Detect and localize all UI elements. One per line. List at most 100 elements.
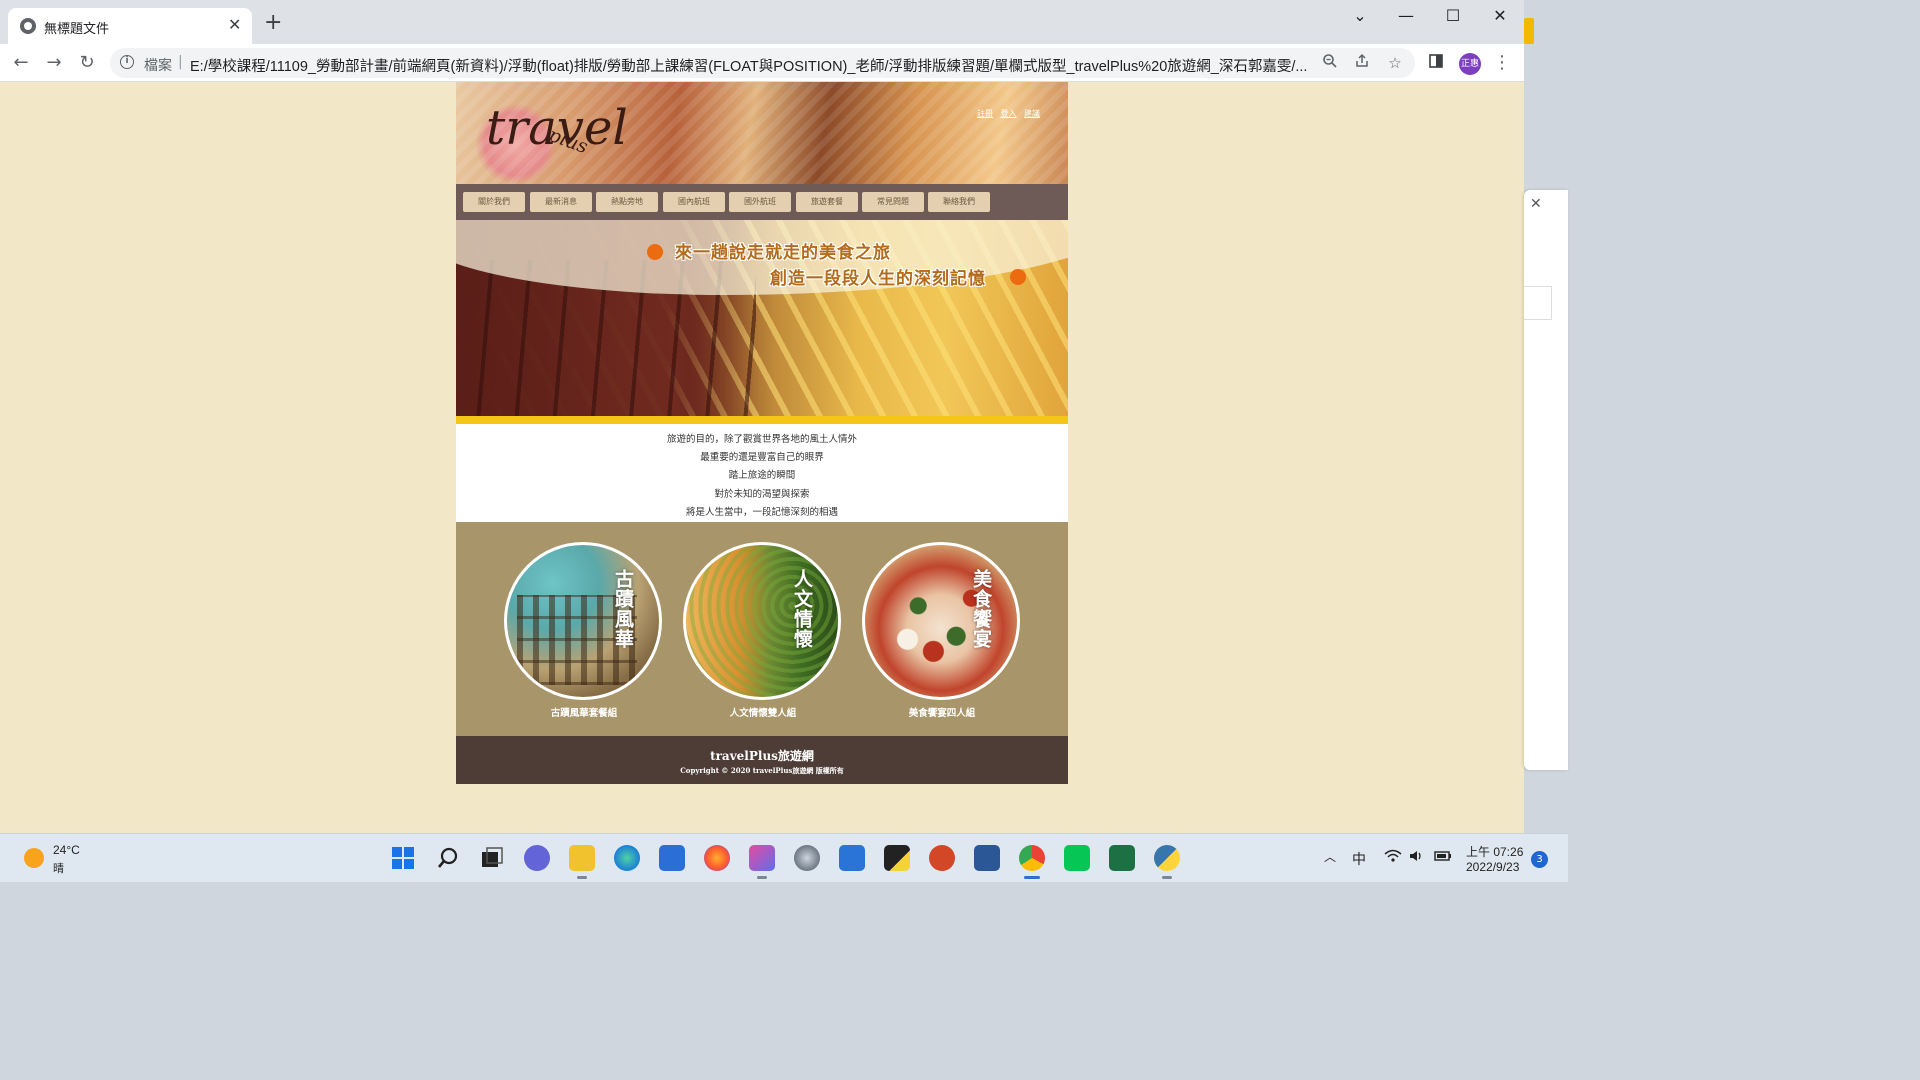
intro-line: 對於未知的渴望與探索 — [714, 488, 810, 500]
nav-item-news[interactable]: 最新消息 — [530, 192, 592, 212]
close-icon[interactable]: ✕ — [1530, 196, 1542, 212]
battery-icon[interactable] — [1434, 848, 1452, 867]
python-icon[interactable] — [1154, 845, 1180, 871]
browser-toolbar: ← → ↻ i 檔案 | E:/學校課程/11109_勞動部計畫/前端網頁(新資… — [0, 44, 1524, 82]
nav-item-packages[interactable]: 旅遊套餐 — [796, 192, 858, 212]
package-card-culture[interactable]: 人文情懷 人文情懷雙人組 — [683, 542, 843, 719]
intro-line: 踏上旅途的瞬間 — [728, 470, 796, 482]
address-bar[interactable]: i 檔案 | E:/學校課程/11109_勞動部計畫/前端網頁(新資料)/浮動(… — [110, 48, 1415, 78]
card-title: 美食饗宴 — [970, 569, 992, 649]
banner-dot-icon — [1010, 269, 1026, 285]
close-window-button[interactable]: ✕ — [1478, 6, 1522, 30]
intro-line: 將是人生當中，一段記憶深刻的相遇 — [685, 506, 838, 518]
package-cards: 古蹟風華 古蹟風華套餐組 人文情懷 人文情懷雙人組 美食饗宴 美食饗宴四人組 — [456, 522, 1068, 736]
profile-avatar[interactable]: 正惠 — [1459, 53, 1481, 75]
nav-item-intl-flights[interactable]: 國外航班 — [729, 192, 791, 212]
word-icon[interactable] — [974, 845, 1000, 871]
intro-line: 最重要的還是豐富自己的眼界 — [700, 452, 824, 464]
nav-item-faq[interactable]: 常見問題 — [862, 192, 924, 212]
line-icon[interactable] — [1064, 845, 1090, 871]
intro-section: 旅遊的目的，除了觀賞世界各地的風土人情外 最重要的還是豐富自己的眼界 踏上旅途的… — [456, 424, 1068, 522]
clock-date[interactable]: 2022/9/23 — [1466, 860, 1519, 874]
globe-icon — [20, 18, 36, 34]
background-window[interactable]: ✕ — [1524, 190, 1568, 770]
footer-title: travelPlus旅遊網 — [710, 749, 814, 763]
notification-badge[interactable]: 3 — [1531, 851, 1548, 868]
edge-icon[interactable] — [614, 845, 640, 871]
url-separator: | — [178, 54, 183, 70]
excel-icon[interactable] — [1109, 845, 1135, 871]
web-page: travel plus 註冊 登入 建議 關於我們 最新消息 熱點旁地 國內航班… — [456, 82, 1068, 784]
nav-item-contact[interactable]: 聯絡我們 — [928, 192, 990, 212]
back-icon[interactable]: ← — [8, 50, 34, 76]
minimize-button[interactable]: — — [1384, 6, 1428, 30]
card-title: 人文情懷 — [791, 569, 813, 649]
start-icon[interactable] — [390, 845, 416, 871]
card-title: 古蹟風華 — [612, 569, 634, 649]
snipping-tool-icon[interactable] — [749, 845, 775, 871]
top-links: 註冊 登入 建議 — [972, 108, 1040, 119]
card-caption[interactable]: 人文情懷雙人組 — [683, 705, 843, 719]
weather-temperature[interactable]: 24°C — [53, 843, 80, 857]
info-icon[interactable]: i — [120, 55, 134, 69]
suggest-link[interactable]: 建議 — [1024, 109, 1040, 118]
banner-headline-1: 來一趟說走就走的美食之旅 — [675, 243, 891, 263]
card-caption[interactable]: 古蹟風華套餐組 — [504, 705, 664, 719]
settings-icon[interactable] — [794, 845, 820, 871]
zoom-icon[interactable] — [1320, 53, 1340, 73]
url-text[interactable]: E:/學校課程/11109_勞動部計畫/前端網頁(新資料)/浮動(float)排… — [190, 55, 1315, 76]
calendar-icon[interactable] — [839, 845, 865, 871]
intro-line: 旅遊的目的，除了觀賞世界各地的風土人情外 — [666, 434, 857, 445]
package-card-heritage[interactable]: 古蹟風華 古蹟風華套餐組 — [504, 542, 664, 719]
forward-icon[interactable]: → — [41, 50, 67, 76]
tray-chevron-icon[interactable]: ︿ — [1324, 848, 1336, 865]
ime-indicator[interactable]: 中 — [1352, 849, 1366, 869]
browser-window: 無標題文件 ✕ + ⌄ — ☐ ✕ ← → ↻ i 檔案 | E:/學校課程/1… — [0, 0, 1524, 833]
site-footer: travelPlus旅遊網 Copyright © 2020 travelPlu… — [456, 736, 1068, 784]
food-image[interactable]: 美食饗宴 — [862, 542, 1020, 700]
sun-icon[interactable] — [24, 848, 44, 868]
nav-item-hotspots[interactable]: 熱點旁地 — [596, 192, 658, 212]
firefox-icon[interactable] — [704, 845, 730, 871]
task-view-icon[interactable] — [479, 845, 505, 871]
weather-condition[interactable]: 晴 — [53, 860, 64, 876]
menu-icon[interactable]: ⋮ — [1489, 50, 1515, 76]
powerpoint-icon[interactable] — [929, 845, 955, 871]
banner-headline-2: 創造一段段人生的深刻記憶 — [770, 269, 986, 289]
side-panel-icon[interactable] — [1423, 50, 1449, 76]
nav-item-domestic-flights[interactable]: 國內航班 — [663, 192, 725, 212]
new-tab-button[interactable]: + — [264, 12, 282, 34]
package-card-food[interactable]: 美食饗宴 美食饗宴四人組 — [862, 542, 1022, 719]
maximize-button[interactable]: ☐ — [1431, 6, 1475, 30]
background-window-panel — [1524, 286, 1552, 320]
star-icon[interactable]: ☆ — [1385, 53, 1405, 73]
main-nav: 關於我們 最新消息 熱點旁地 國內航班 國外航班 旅遊套餐 常見問題 聯絡我們 — [456, 184, 1068, 220]
reload-icon[interactable]: ↻ — [74, 50, 100, 76]
banner-stripe — [456, 416, 1068, 424]
card-caption[interactable]: 美食饗宴四人組 — [862, 705, 1022, 719]
login-link[interactable]: 登入 — [1000, 109, 1016, 118]
sticky-notes-icon[interactable] — [884, 845, 910, 871]
register-link[interactable]: 註冊 — [977, 109, 993, 118]
close-tab-icon[interactable]: ✕ — [228, 16, 241, 34]
background-window-edge — [1524, 18, 1534, 44]
culture-image[interactable]: 人文情懷 — [683, 542, 841, 700]
browser-tab[interactable]: 無標題文件 ✕ — [8, 8, 252, 44]
tab-strip: 無標題文件 ✕ + ⌄ — ☐ ✕ — [0, 0, 1524, 44]
search-icon[interactable] — [435, 845, 461, 871]
cafe-image — [686, 545, 838, 697]
store-icon[interactable] — [659, 845, 685, 871]
wifi-icon[interactable] — [1384, 848, 1402, 867]
heritage-image[interactable]: 古蹟風華 — [504, 542, 662, 700]
nav-item-about[interactable]: 關於我們 — [463, 192, 525, 212]
pizza-image — [865, 545, 1017, 697]
chat-icon[interactable] — [524, 845, 550, 871]
clock-time[interactable]: 上午 07:26 — [1466, 843, 1523, 860]
tab-title: 無標題文件 — [44, 21, 110, 36]
share-icon[interactable] — [1352, 53, 1372, 73]
tab-search-dropdown-icon[interactable]: ⌄ — [1338, 6, 1382, 30]
chrome-icon[interactable] — [1019, 845, 1045, 871]
running-indicator — [1162, 876, 1172, 879]
volume-icon[interactable] — [1408, 848, 1424, 867]
file-explorer-icon[interactable] — [569, 845, 595, 871]
